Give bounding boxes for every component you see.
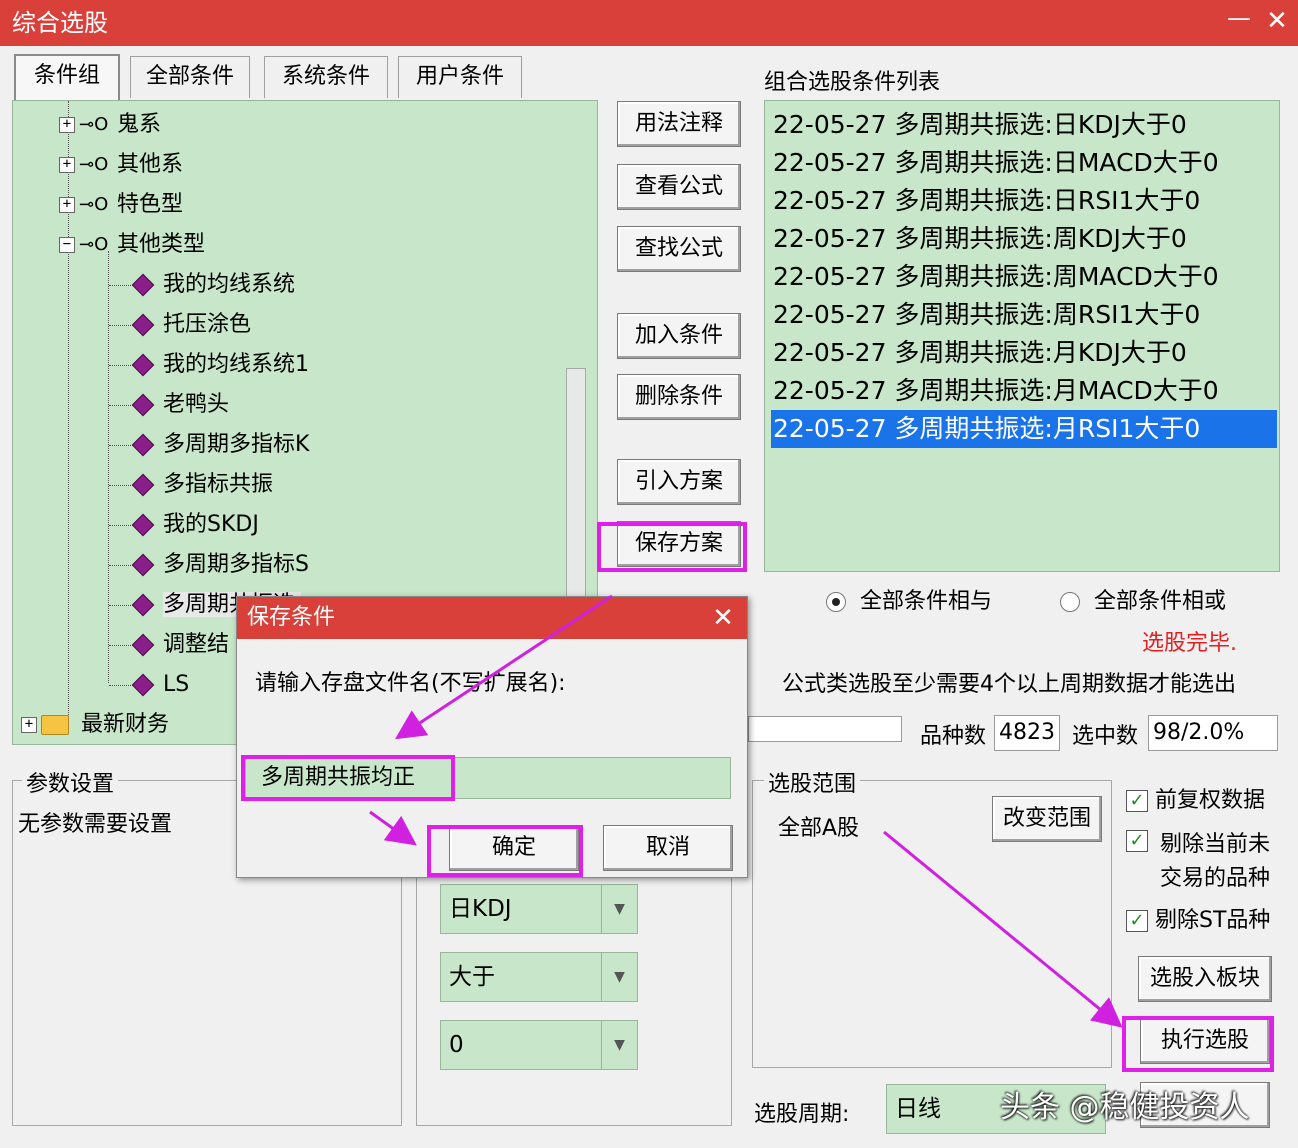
arrow-to-input <box>394 594 613 740</box>
arrow-to-execute <box>883 830 1123 1028</box>
annotation-arrows <box>369 594 1123 1028</box>
arrow-to-ok <box>369 810 417 846</box>
